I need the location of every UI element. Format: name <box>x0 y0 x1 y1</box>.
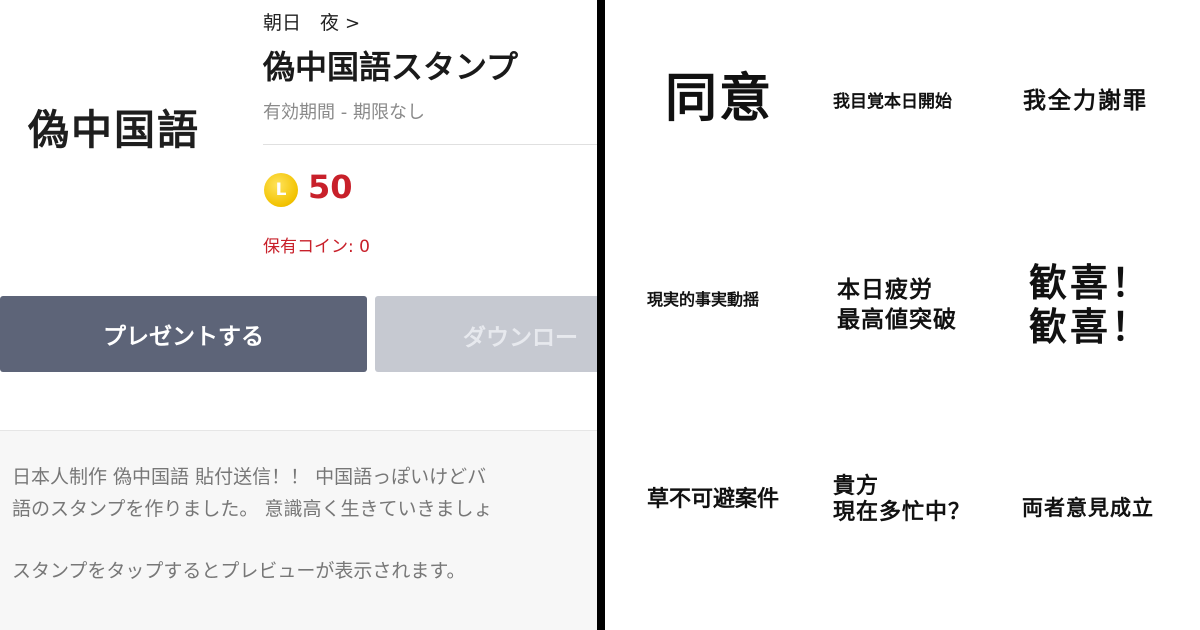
chevron-right-icon: > <box>345 13 361 34</box>
sticker-item[interactable]: 我全力謝罪 <box>1023 88 1148 114</box>
pack-title: 偽中国語スタンプ <box>263 48 519 86</box>
sticker-thumbnail-title[interactable]: 偽中国語 <box>28 96 200 156</box>
price: 50 <box>308 168 353 206</box>
download-button-label: ダウンロー <box>463 325 578 351</box>
description-line: 語のスタンプを作りました。 意識高く生きていきましょ <box>12 498 493 520</box>
preview-hint: スタンプをタップするとプレビューが表示されます。 <box>12 560 466 582</box>
sticker-item[interactable]: 貴方 現在多忙中？ <box>833 474 971 527</box>
sticker-item[interactable]: 我目覚本日開始 <box>833 92 952 113</box>
sticker-store-panel: 偽中国語 朝日 夜 > 偽中国語スタンプ 有効期間 - 期限なし L 50 保有コ… <box>0 0 597 630</box>
sticker-item[interactable]: 両者意見成立 <box>1022 496 1154 520</box>
present-button[interactable]: プレゼントする <box>0 296 367 372</box>
author-link[interactable]: 朝日 夜 > <box>263 8 360 35</box>
panel-divider <box>597 0 605 630</box>
sticker-item[interactable]: 現実的事実動揺 <box>647 290 759 309</box>
sticker-item[interactable]: 歓喜！ 歓喜！ <box>1029 261 1152 349</box>
sticker-grid: 同意 我目覚本日開始 我全力謝罪 現実的事実動揺 本日疲労 最高値突破 歓喜！ … <box>605 0 1200 630</box>
owned-coins: 保有コイン: 0 <box>263 237 370 257</box>
coin-symbol: L <box>275 180 287 200</box>
description-line: 日本人制作 偽中国語 貼付送信！！ 中国語っぽいけどバ <box>12 466 487 488</box>
sticker-item[interactable]: 本日疲労 最高値突破 <box>837 276 957 336</box>
sticker-item[interactable]: 草不可避案件 <box>647 487 779 512</box>
description-section <box>0 431 597 630</box>
divider-line <box>263 144 597 145</box>
validity-period: 有効期間 - 期限なし <box>263 102 425 123</box>
download-button[interactable]: ダウンロー <box>375 296 597 372</box>
line-coin-icon: L <box>264 173 298 207</box>
present-button-label: プレゼントする <box>103 324 264 350</box>
sticker-item[interactable]: 同意 <box>665 69 773 130</box>
author-name: 朝日 夜 <box>263 12 340 34</box>
